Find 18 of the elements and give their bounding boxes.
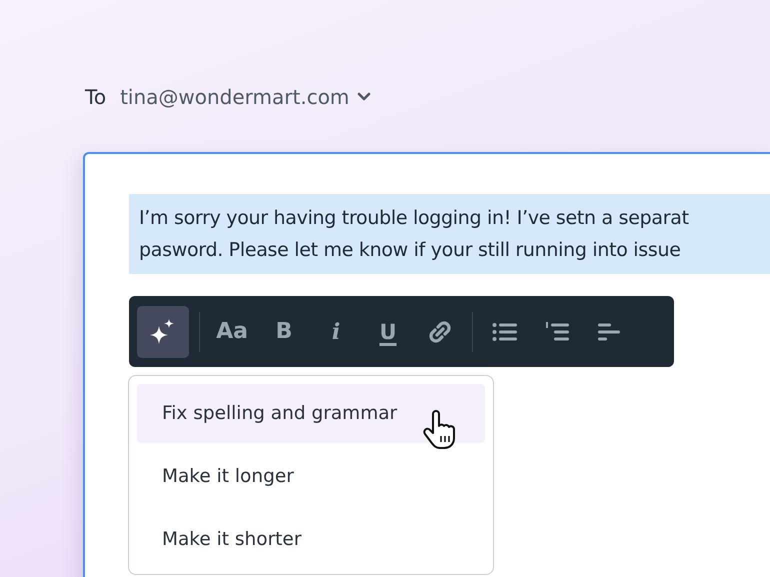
italic-button[interactable]: i bbox=[314, 306, 358, 358]
hand-cursor-icon bbox=[423, 410, 457, 450]
underline-button[interactable]: U bbox=[366, 306, 410, 358]
menu-item[interactable]: Make it shorter bbox=[137, 510, 485, 569]
numbered-list-icon bbox=[544, 320, 570, 342]
message-text: I’m sorry your having trouble logging in! I’ve setn a separat bbox=[139, 206, 690, 231]
message-text: pasword. Please let me know if your still running into issue bbox=[139, 238, 682, 263]
bold-button[interactable]: B bbox=[262, 306, 306, 358]
link-icon bbox=[427, 318, 453, 344]
ai-assist-button[interactable] bbox=[137, 306, 189, 358]
bullet-list-icon bbox=[492, 320, 518, 342]
menu-item[interactable]: Make it longer bbox=[137, 447, 485, 506]
font-button[interactable]: Aa bbox=[210, 306, 254, 358]
to-label: To bbox=[85, 85, 106, 109]
chevron-down-icon bbox=[357, 92, 372, 102]
message-editor[interactable]: I’m sorry your having trouble logging in! I’ve setn a separat pasword. Please let me know if your still running into issue Aa B i U Fix spelling and grammar Make it longer Make it shorter bbox=[83, 152, 770, 577]
align-left-icon bbox=[597, 320, 621, 342]
recipient-dropdown[interactable]: tina@wondermart.com bbox=[120, 85, 372, 109]
